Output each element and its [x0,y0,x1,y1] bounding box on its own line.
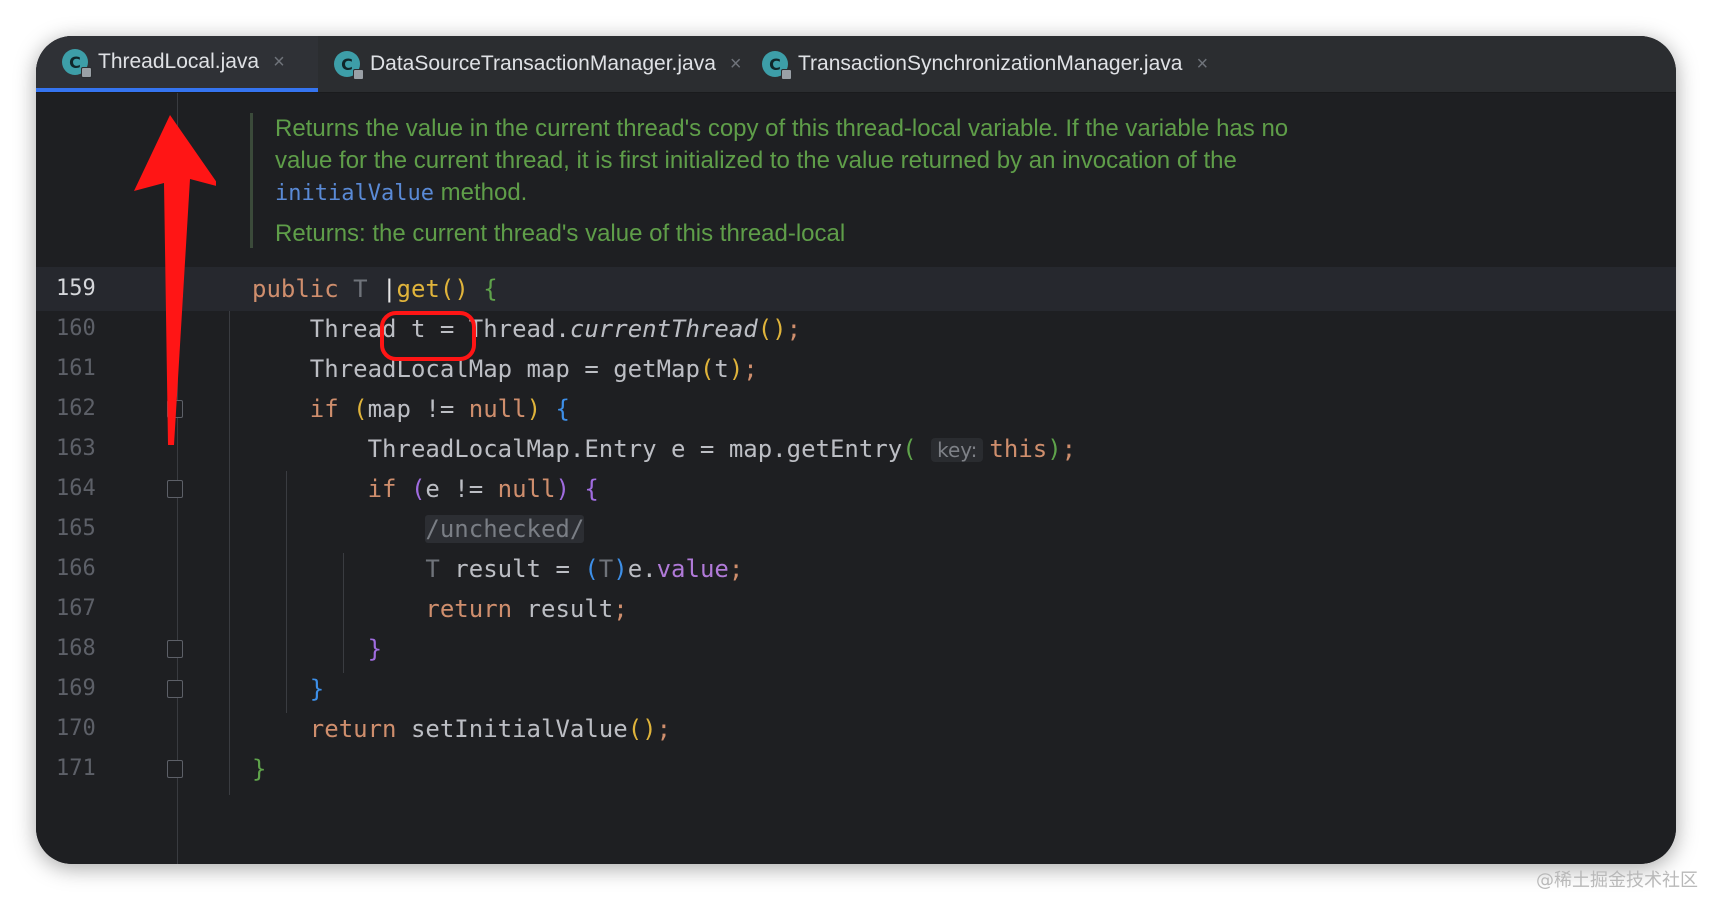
lock-icon [781,69,792,80]
code-comment: /unchecked/ [425,515,585,543]
code-text: Thread t = Thread.currentThread(); [309,315,802,343]
tab-threadlocal[interactable]: C ThreadLocal.java × [36,36,318,92]
red-arrow-annotation [134,115,216,445]
javadoc-block: Returns the value in the current thread'… [250,113,1525,248]
fold-icon[interactable] [167,640,183,658]
line-number: 169 [56,676,96,701]
code-line[interactable]: 166 T result = (T)e.value; [36,547,1676,591]
code-text: return setInitialValue(); [309,715,672,743]
code-text: } [252,755,267,783]
line-number: 160 [56,316,96,341]
highlight-annotation-box [380,311,476,361]
code-text: /unchecked/ [252,507,585,551]
code-text: } [367,635,383,663]
javadoc-line: value for the current thread, it is firs… [275,147,1237,174]
tab-datasourcetransactionmanager[interactable]: C DataSourceTransactionManager.java × [308,36,742,92]
tab-label: ThreadLocal.java [98,50,260,73]
tab-transactionsynchronizationmanager[interactable]: C TransactionSynchronizationManager.java… [736,36,1208,92]
arrow-up-icon [134,115,216,445]
java-class-icon: C [62,49,92,78]
code-text: public T |get() { [252,275,498,303]
tab-label: TransactionSynchronizationManager.java [798,52,1183,75]
code-editor[interactable]: Returns the value in the current thread'… [36,93,1676,864]
code-text: return result; [425,595,628,623]
code-line[interactable]: 159 public T |get() { [36,267,1676,311]
line-number: 166 [56,556,96,581]
watermark-text: @稀土掘金技术社区 [1536,870,1698,891]
lock-icon [353,69,364,80]
javadoc-returns: Returns: the current thread's value of t… [275,220,846,247]
javadoc-line: Returns the value in the current thread'… [275,115,1289,142]
code-line[interactable]: 170 return setInitialValue(); [36,707,1676,751]
code-line[interactable]: 160 Thread t = Thread.currentThread(); [36,307,1676,351]
code-text: T result = (T)e.value; [425,555,744,583]
line-number: 164 [56,476,96,501]
code-line[interactable]: 165 /unchecked/ [36,507,1676,551]
fold-icon[interactable] [167,480,183,498]
code-line[interactable]: 164 if (e != null) { [36,467,1676,511]
line-number: 171 [56,756,96,781]
javadoc-text: method. [433,179,528,206]
code-line[interactable]: 167 return result; [36,587,1676,631]
line-number: 167 [56,596,96,621]
line-number: 159 [56,276,96,301]
java-class-icon: C [762,51,792,80]
code-line[interactable]: 169 } [36,667,1676,711]
parameter-hint: key: [931,438,984,462]
tab-label: DataSourceTransactionManager.java [370,52,716,75]
javadoc-line: initialValue method. [275,177,1525,210]
code-text: ThreadLocalMap map = getMap(t); [309,355,758,383]
line-number: 168 [56,636,96,661]
code-line[interactable]: 171 } [36,747,1676,791]
code-text: ThreadLocalMap.Entry e = map.getEntry( k… [367,435,1077,463]
line-number: 161 [56,356,96,381]
lock-icon [81,67,92,78]
line-number: 170 [56,716,96,741]
ide-window: C ThreadLocal.java × C DataSourceTransac… [36,36,1676,864]
code-line[interactable]: 161 ThreadLocalMap map = getMap(t); [36,347,1676,391]
fold-icon[interactable] [167,760,183,778]
close-icon[interactable]: × [1196,53,1208,76]
java-class-icon: C [334,51,364,80]
close-icon[interactable]: × [273,51,285,74]
code-line[interactable]: 162 if (map != null) { [36,387,1676,431]
code-text: if (e != null) { [367,475,599,503]
code-line[interactable]: 163 ThreadLocalMap.Entry e = map.getEntr… [36,427,1676,471]
line-number: 162 [56,396,96,421]
editor-tab-bar: C ThreadLocal.java × C DataSourceTransac… [36,36,1676,93]
line-number: 165 [56,516,96,541]
javadoc-code-link[interactable]: initialValue [275,181,434,206]
line-number: 163 [56,436,96,461]
code-text: if (map != null) { [309,395,570,423]
code-line[interactable]: 168 } [36,627,1676,671]
code-text: } [309,675,325,703]
fold-icon[interactable] [167,680,183,698]
